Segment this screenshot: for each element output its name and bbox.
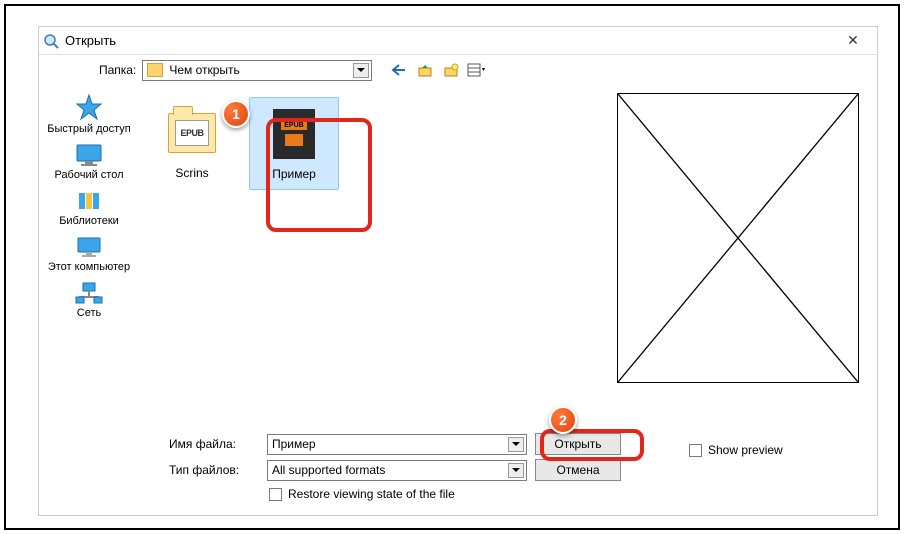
up-folder-button[interactable]: [414, 60, 436, 80]
folder-icon: [147, 63, 163, 77]
place-network[interactable]: Сеть: [73, 281, 105, 319]
open-dialog: Открыть ✕ Папка: Чем открыть Быстрый дос…: [38, 26, 878, 516]
file-item-primer[interactable]: EPUB Пример: [249, 97, 339, 190]
body-area: Быстрый доступ Рабочий стол Библиотеки Э…: [39, 85, 877, 425]
chevron-down-icon[interactable]: [353, 63, 369, 78]
show-preview-checkbox[interactable]: [689, 444, 702, 457]
filename-value: Пример: [272, 437, 316, 451]
place-label: Библиотеки: [59, 215, 119, 227]
filetype-label: Тип файлов:: [169, 463, 259, 477]
computer-icon: [73, 235, 105, 259]
place-quick-access[interactable]: Быстрый доступ: [47, 93, 131, 135]
folder-value: Чем открыть: [169, 63, 239, 77]
place-label: Сеть: [77, 307, 101, 319]
place-label: Рабочий стол: [54, 169, 123, 181]
place-desktop[interactable]: Рабочий стол: [54, 143, 123, 181]
back-button[interactable]: [388, 60, 410, 80]
titlebar: Открыть ✕: [39, 27, 877, 55]
chevron-down-icon[interactable]: [508, 463, 524, 478]
place-label: Этот компьютер: [48, 261, 130, 273]
network-icon: [73, 281, 105, 305]
place-label: Быстрый доступ: [47, 123, 131, 135]
desktop-icon: [73, 143, 105, 167]
dialog-title: Открыть: [65, 33, 833, 48]
filename-combo[interactable]: Пример: [267, 434, 527, 455]
view-menu-button[interactable]: [466, 60, 488, 80]
open-button[interactable]: Открыть: [535, 433, 621, 455]
cancel-button[interactable]: Отмена: [535, 459, 621, 481]
toolbar: Папка: Чем открыть: [39, 55, 877, 85]
close-button[interactable]: ✕: [833, 32, 873, 49]
file-label: Scrins: [175, 166, 208, 180]
preview-placeholder: [617, 93, 859, 383]
libraries-icon: [73, 189, 105, 213]
folder-label: Папка:: [99, 63, 136, 77]
place-libraries[interactable]: Библиотеки: [59, 189, 119, 227]
filetype-value: All supported formats: [272, 463, 385, 477]
file-list[interactable]: EPUB Scrins EPUB Пример: [139, 85, 609, 425]
chevron-down-icon[interactable]: [508, 437, 524, 452]
bottom-panel: Имя файла: Пример Открыть Тип файлов: Al…: [39, 425, 877, 507]
folder-dropdown[interactable]: Чем открыть: [142, 60, 372, 81]
app-icon: [43, 33, 59, 49]
place-this-pc[interactable]: Этот компьютер: [48, 235, 130, 273]
star-icon: [73, 93, 105, 121]
restore-label: Restore viewing state of the file: [288, 487, 455, 501]
restore-checkbox[interactable]: [269, 488, 282, 501]
show-preview-label: Show preview: [708, 443, 783, 457]
preview-pane: [609, 85, 877, 425]
callout-2: 2: [549, 406, 577, 434]
places-bar: Быстрый доступ Рабочий стол Библиотеки Э…: [39, 85, 139, 425]
filetype-combo[interactable]: All supported formats: [267, 460, 527, 481]
nav-icons: [388, 60, 488, 80]
show-preview-row: Show preview: [689, 443, 783, 457]
folder-thumb: EPUB: [167, 105, 217, 160]
new-folder-button[interactable]: [440, 60, 462, 80]
file-label: Пример: [272, 167, 316, 181]
callout-1: 1: [222, 100, 250, 128]
epub-thumb: EPUB: [269, 106, 319, 161]
filename-label: Имя файла:: [169, 437, 259, 451]
